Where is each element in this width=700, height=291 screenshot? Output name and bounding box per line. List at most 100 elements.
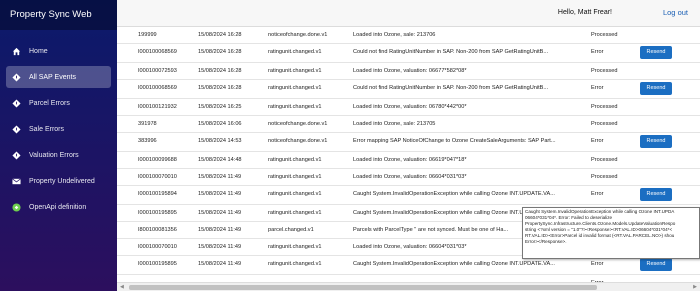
event-id: I000100099688	[138, 157, 177, 163]
table-row: I000100068569 15/08/2024 16:28 ratingunit.…	[117, 44, 700, 63]
event-status: Error	[591, 191, 604, 197]
event-message: Loaded into Ozone, valuation: 06619*047*…	[353, 157, 467, 163]
table-row: I000100072593 15/08/2024 16:28 ratingunit.…	[117, 63, 700, 80]
diamond-icon	[12, 98, 21, 108]
event-status: Error	[591, 85, 604, 91]
resend-button[interactable]: Resend	[640, 46, 672, 59]
event-date: 15/08/2024 11:49	[198, 261, 242, 267]
event-date: 15/08/2024 14:48	[198, 157, 242, 163]
table-row: I000100068569 15/08/2024 16:28 ratingunit.…	[117, 80, 700, 99]
event-type: noticeofchange.done.v1	[268, 138, 328, 144]
envelope-icon	[12, 177, 21, 186]
sidebar-item-label: Valuation Errors	[29, 151, 79, 159]
table-row: 383996 15/08/2024 14:53 noticeofchange.don…	[117, 133, 700, 152]
event-date: 15/08/2024 11:49	[198, 244, 242, 250]
resend-button[interactable]: Resend	[640, 135, 672, 148]
event-type: ratingunit.changed.v1	[268, 174, 322, 180]
event-type: ratingunit.changed.v1	[268, 261, 322, 267]
event-type: ratingunit.changed.v1	[268, 210, 322, 216]
diamond-icon	[12, 124, 21, 134]
event-message: Loaded into Ozone, valuation: 06780*442*…	[353, 104, 467, 110]
sidebar-item-label: Sale Errors	[29, 125, 65, 133]
event-id: I000100070010	[138, 174, 177, 180]
table-row: I000100195894 15/08/2024 11:49 ratingunit.…	[117, 186, 700, 205]
event-status: Processed	[591, 121, 618, 127]
logout-link[interactable]: Log out	[663, 8, 688, 17]
event-message: Loaded into Ozone, valuation: 06604*031*…	[353, 174, 467, 180]
event-message: Caught System.InvalidOperationException …	[353, 261, 555, 267]
diamond-icon	[12, 72, 21, 82]
scroll-right-icon[interactable]: ▶	[693, 284, 697, 290]
event-type: parcel.changed.v1	[268, 227, 314, 233]
table-row: I000100099688 15/08/2024 14:48 ratingunit.…	[117, 152, 700, 169]
event-id: I000100068569	[138, 49, 177, 55]
sidebar-item-sale-errors[interactable]: Sale Errors	[6, 118, 111, 140]
tooltip-line: Error></Response>.	[525, 239, 567, 244]
event-message: Caught System.InvalidOperationException …	[353, 191, 555, 197]
sidebar-item-label: Home	[29, 47, 48, 55]
event-date: 15/08/2024 16:28	[198, 32, 242, 38]
table-row: I000100121932 15/08/2024 16:25 ratingunit.…	[117, 99, 700, 116]
event-status: Error	[591, 261, 604, 267]
diamond-icon	[12, 150, 21, 160]
event-type: noticeofchange.done.v1	[268, 121, 328, 127]
scrollbar-thumb[interactable]	[129, 285, 597, 290]
event-message: Loaded into Ozone, sale: 213706	[353, 32, 436, 38]
event-id: I000100070010	[138, 244, 177, 250]
event-type: ratingunit.changed.v1	[268, 85, 322, 91]
event-status: Error	[591, 49, 604, 55]
sidebar-item-property-undelivered[interactable]: Property Undelivered	[6, 170, 111, 192]
sidebar-item-parcel-errors[interactable]: Parcel Errors	[6, 92, 111, 114]
event-date: 15/08/2024 11:49	[198, 191, 242, 197]
sidebar-item-home[interactable]: Home	[6, 40, 111, 62]
event-status: Processed	[591, 157, 618, 163]
resend-button[interactable]: Resend	[640, 188, 672, 201]
event-message: Loaded into Ozone, sale: 213705	[353, 121, 436, 127]
sidebar-item-label: Parcel Errors	[29, 99, 70, 107]
event-message: Error mapping SAP NoticeOfChange to Ozon…	[353, 138, 556, 144]
event-type: ratingunit.changed.v1	[268, 49, 322, 55]
event-id: I000100195894	[138, 191, 177, 197]
event-id: I000100195895	[138, 261, 177, 267]
table-row: 391978 15/08/2024 16:06 noticeofchange.don…	[117, 116, 700, 133]
event-status: Processed	[591, 68, 618, 74]
event-date: 15/08/2024 11:49	[198, 174, 242, 180]
horizontal-scrollbar[interactable]: ◀ ▶	[117, 282, 700, 291]
sidebar-item-all-sap-events[interactable]: All SAP Events	[6, 66, 111, 88]
event-type: ratingunit.changed.v1	[268, 68, 322, 74]
sidebar-item-valuation-errors[interactable]: Valuation Errors	[6, 144, 111, 166]
table-row: I000100070010 15/08/2024 11:49 ratingunit.…	[117, 169, 700, 186]
event-status: Error	[591, 138, 604, 144]
event-type: noticeofchange.done.v1	[268, 32, 328, 38]
event-message: Loaded into Ozone, valuation: 06677*582*…	[353, 68, 467, 74]
event-message: Could not find RatingUnitNumber in SAP. …	[353, 85, 549, 91]
sidebar-nav: Home All SAP Events Parcel Errors Sale Erro…	[0, 30, 117, 218]
resend-button[interactable]: Resend	[640, 258, 672, 271]
event-status: Processed	[591, 32, 618, 38]
event-date: 15/08/2024 16:25	[198, 104, 242, 110]
scroll-left-icon[interactable]: ◀	[120, 284, 124, 290]
event-type: ratingunit.changed.v1	[268, 191, 322, 197]
event-date: 15/08/2024 14:53	[198, 138, 242, 144]
sidebar-item-label: Property Undelivered	[29, 177, 95, 185]
event-date: 15/08/2024 16:28	[198, 85, 242, 91]
sidebar-item-label: All SAP Events	[29, 73, 76, 81]
event-id: I000100072593	[138, 68, 177, 74]
sidebar: Property Sync Web Home All SAP Events Parc…	[0, 0, 117, 291]
event-id: I000100121932	[138, 104, 177, 110]
event-id: 391978	[138, 121, 157, 127]
event-type: ratingunit.changed.v1	[268, 244, 322, 250]
event-date: 15/08/2024 11:49	[198, 210, 242, 216]
event-type: ratingunit.changed.v1	[268, 104, 322, 110]
sidebar-item-openapi-definition[interactable]: OpenApi definition	[6, 196, 111, 218]
home-icon	[12, 47, 21, 56]
event-status: Processed	[591, 104, 618, 110]
event-date: 15/08/2024 16:06	[198, 121, 242, 127]
error-tooltip: Caught System.InvalidOperationException …	[522, 207, 700, 259]
event-id: I000100195895	[138, 210, 177, 216]
event-message: Could not find RatingUnitNumber in SAP. …	[353, 49, 549, 55]
top-bar: Hello, Matt Frear! Log out	[117, 0, 700, 27]
api-icon	[12, 202, 21, 212]
event-id: I800100081356	[138, 227, 177, 233]
resend-button[interactable]: Resend	[640, 82, 672, 95]
